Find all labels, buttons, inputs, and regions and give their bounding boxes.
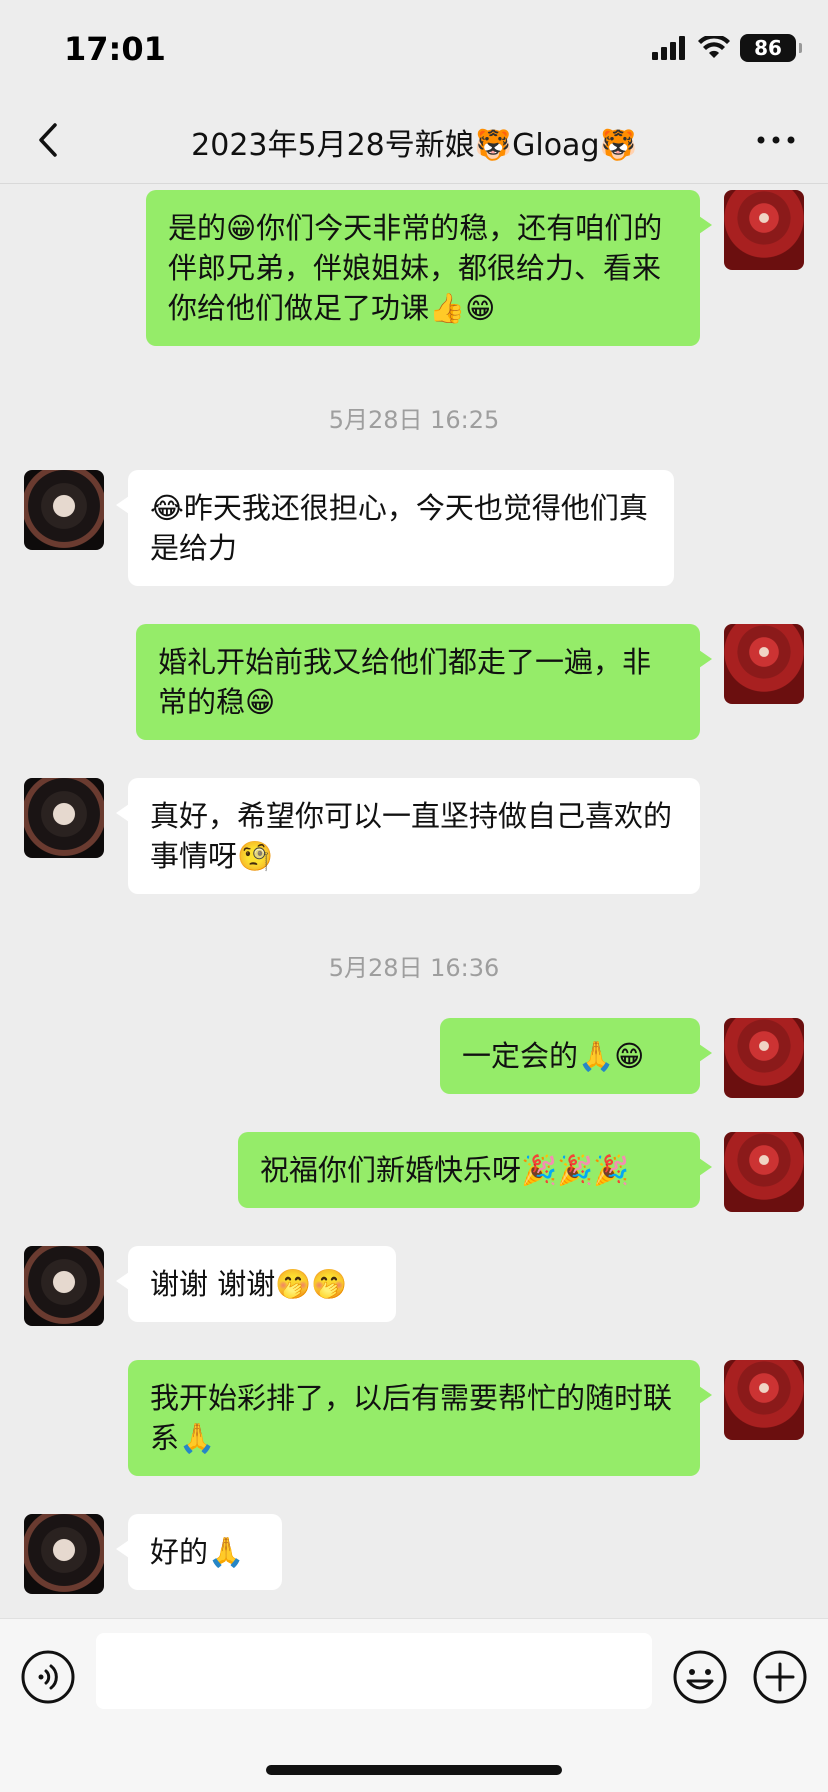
message-timestamp: 5月28日 16:36 — [328, 954, 500, 982]
self-avatar[interactable] — [724, 1360, 804, 1440]
chat-title: 2023年5月28号新娘🐯Gloag🐯 — [191, 128, 637, 163]
status-time: 17:01 — [64, 30, 166, 68]
message-bubble[interactable]: 是的😁你们今天非常的稳，还有咱们的伴郎兄弟，伴娘姐妹，都很给力、看来你给他们做足… — [146, 190, 712, 346]
contact-avatar[interactable] — [24, 778, 104, 858]
more-actions-button[interactable] — [752, 1649, 808, 1705]
contact-avatar[interactable] — [24, 470, 104, 550]
emoji-button[interactable] — [672, 1649, 728, 1705]
message-input[interactable] — [96, 1633, 652, 1709]
message-timestamp: 5月28日 16:25 — [328, 406, 500, 434]
status-bar: 17:01 86 — [0, 0, 828, 96]
self-avatar[interactable] — [724, 1018, 804, 1098]
message-bubble[interactable]: 真好，希望你可以一直坚持做自己喜欢的事情呀🧐 — [116, 778, 700, 894]
emoji-icon — [673, 1650, 727, 1704]
home-indicator — [266, 1765, 562, 1775]
contact-avatar[interactable] — [24, 1514, 104, 1594]
message-bubble[interactable]: 我开始彩排了，以后有需要帮忙的随时联系🙏 — [128, 1360, 712, 1476]
message-bubble[interactable]: 😂昨天我还很担心，今天也觉得他们真是给力 — [116, 470, 674, 586]
plus-icon — [753, 1650, 807, 1704]
message-bubble[interactable]: 谢谢 谢谢🤭🤭 — [116, 1246, 396, 1322]
more-dots-icon — [757, 136, 795, 144]
message-bubble[interactable]: 祝福你们新婚快乐呀🎉🎉🎉 — [238, 1132, 712, 1208]
message-bubble[interactable]: 一定会的🙏😁 — [440, 1018, 712, 1094]
wifi-icon — [698, 36, 730, 58]
self-avatar[interactable] — [724, 624, 804, 704]
contact-avatar[interactable] — [24, 1246, 104, 1326]
battery-indicator: 86 — [740, 34, 802, 62]
voice-icon — [21, 1650, 75, 1704]
message-list[interactable]: 是的😁你们今天非常的稳，还有咱们的伴郎兄弟，伴娘姐妹，都很给力、看来你给他们做足… — [0, 184, 828, 1618]
voice-button[interactable] — [20, 1649, 76, 1705]
message-bubble[interactable]: 婚礼开始前我又给他们都走了一遍，非常的稳😁 — [136, 624, 712, 740]
back-button[interactable] — [26, 116, 70, 164]
input-bar — [0, 1618, 828, 1792]
chat-header: 2023年5月28号新娘🐯Gloag🐯 — [0, 96, 828, 184]
self-avatar[interactable] — [724, 190, 804, 270]
status-icons: 86 — [652, 34, 802, 62]
chevron-left-icon — [39, 123, 57, 157]
more-button[interactable] — [750, 120, 802, 160]
self-avatar[interactable] — [724, 1132, 804, 1212]
cellular-signal-icon — [652, 36, 685, 60]
message-bubble[interactable]: 好的🙏 — [116, 1514, 282, 1590]
